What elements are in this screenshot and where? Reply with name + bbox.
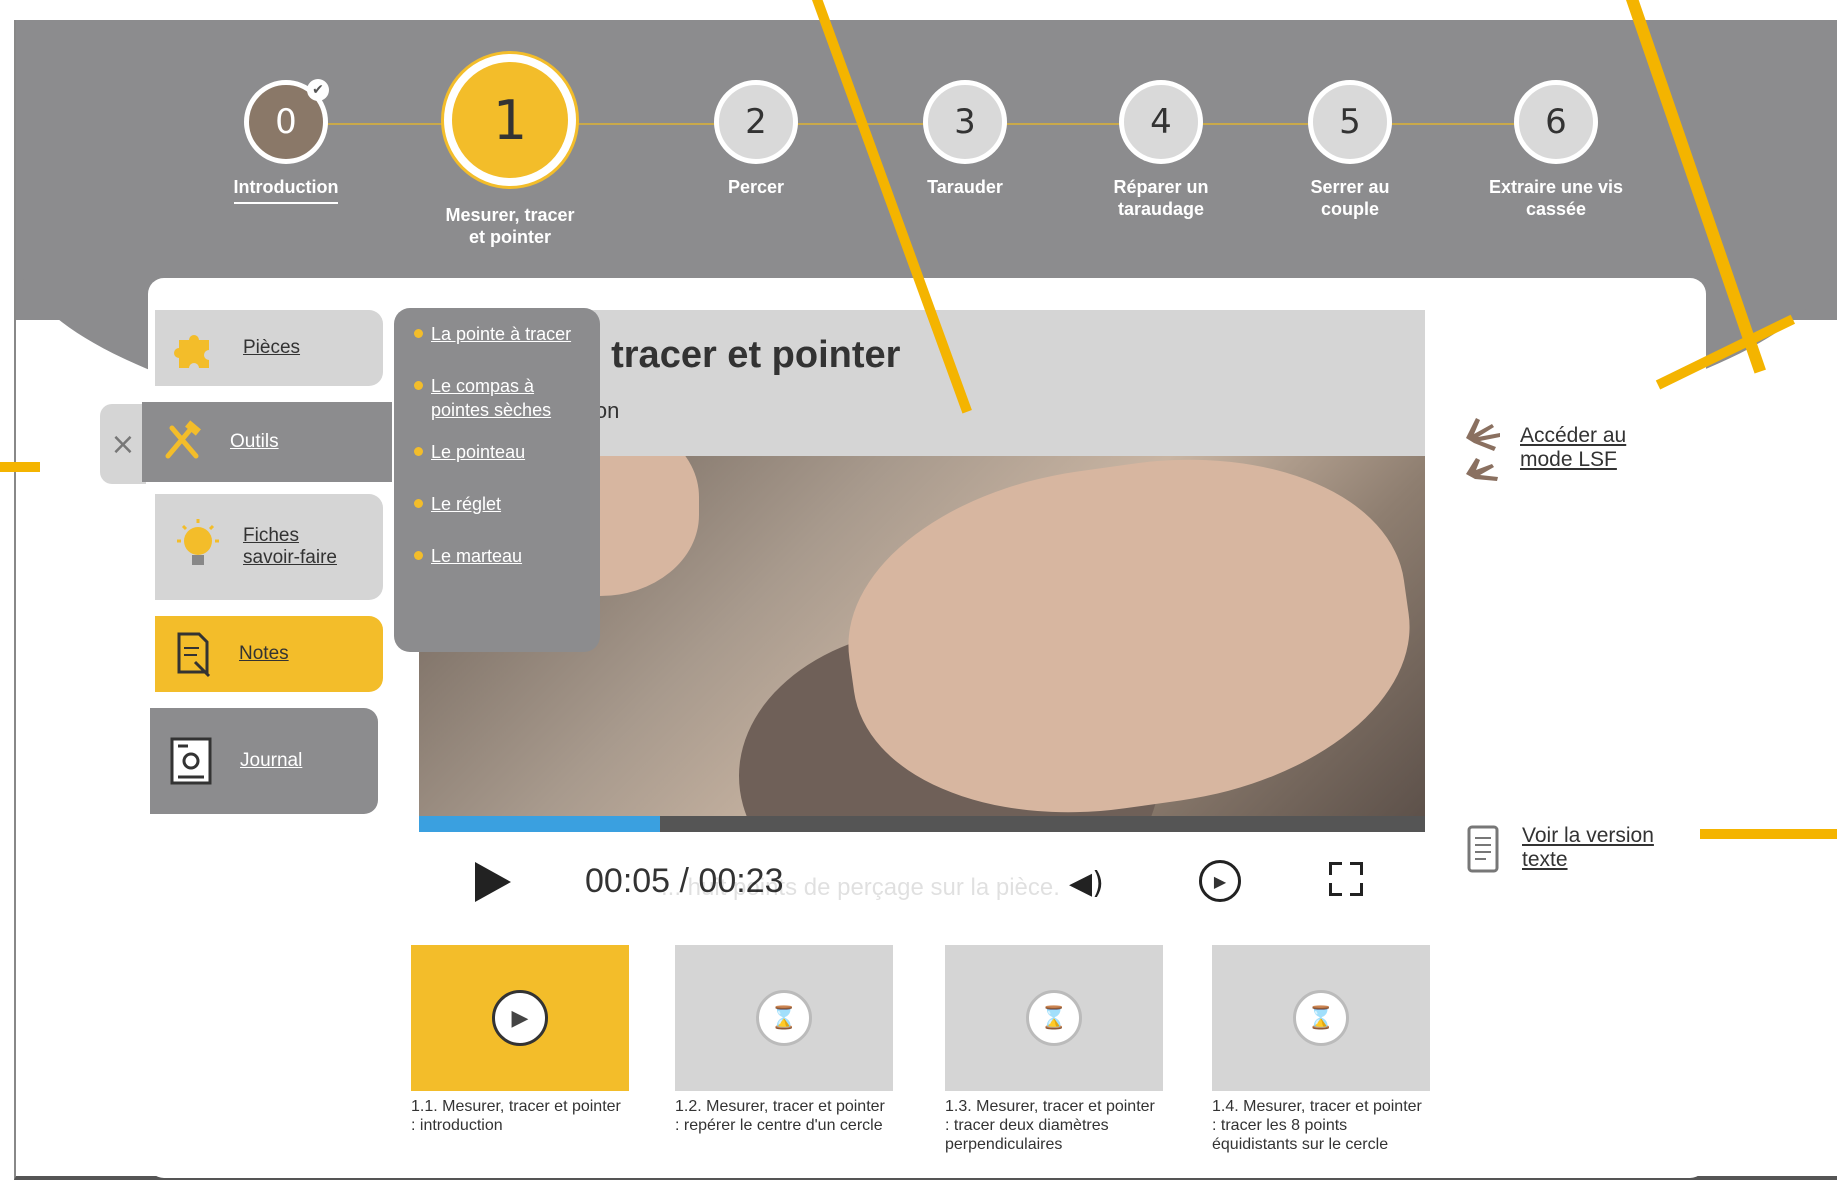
tools-submenu: La pointe à tracer Le compas à pointes s…	[394, 308, 600, 652]
close-icon: ×	[110, 426, 136, 462]
step-3-number: 3	[954, 102, 976, 142]
step-2-number: 2	[745, 102, 767, 142]
thumbnail-2[interactable]: ⌛ 1.2. Mesurer, tracer et pointer : repé…	[675, 945, 893, 1135]
play-icon: ▶	[492, 990, 548, 1046]
step-2[interactable]: 2 Percer	[656, 80, 856, 198]
step-1[interactable]: 1 Mesurer, tracer et pointer	[410, 54, 610, 248]
step-6-label: Extraire une vis cassée	[1488, 177, 1624, 219]
speed-icon[interactable]: ▶	[1199, 860, 1241, 902]
text-version-label: Voir la version texte	[1522, 824, 1654, 871]
lsf-mode-link[interactable]: Accéder au mode LSF	[1456, 404, 1650, 484]
step-4-number: 4	[1150, 102, 1172, 142]
bullet-icon	[414, 329, 423, 338]
step-6[interactable]: 6 Extraire une vis cassée	[1456, 80, 1656, 220]
fullscreen-icon[interactable]	[1329, 862, 1363, 896]
submenu-item[interactable]: La pointe à tracer	[414, 322, 600, 346]
check-icon: ✔	[307, 79, 329, 101]
annotation-line-menu	[0, 462, 40, 472]
thumbnail-4[interactable]: ⌛ 1.4. Mesurer, tracer et pointer : trac…	[1212, 945, 1430, 1154]
step-5[interactable]: 5 Serrer au couple	[1250, 80, 1450, 220]
journal-icon	[170, 737, 212, 785]
thumbnail-label: 1.2. Mesurer, tracer et pointer : repére…	[675, 1098, 885, 1134]
step-2-circle: 2	[714, 80, 798, 164]
submenu-item[interactable]: Le pointeau	[414, 440, 600, 464]
document-icon	[1467, 825, 1499, 873]
step-5-label: Serrer au couple	[1310, 177, 1390, 219]
step-3[interactable]: 3 Tarauder	[865, 80, 1065, 198]
video-progress-fill	[419, 816, 661, 832]
thumbnail-label: 1.3. Mesurer, tracer et pointer : tracer…	[945, 1098, 1155, 1153]
text-version-link[interactable]: Voir la version texte	[1466, 824, 1682, 874]
step-0[interactable]: 0 ✔ Introduction	[186, 79, 386, 204]
step-1-circle: 1	[444, 54, 576, 186]
video-controls: 00:05 / 00:23 ... huit points de perçage…	[419, 832, 1425, 932]
close-menu-button[interactable]: ×	[100, 404, 146, 484]
thumbnail-label: 1.1. Mesurer, tracer et pointer : introd…	[411, 1098, 621, 1134]
menu-item-journal[interactable]: Journal	[150, 708, 378, 814]
video-progress-bar[interactable]	[419, 816, 1425, 832]
bullet-icon	[414, 551, 423, 560]
volume-icon[interactable]: ◀)	[1069, 866, 1104, 901]
step-2-label: Percer	[727, 177, 785, 197]
submenu-item-label: Le pointeau	[431, 442, 526, 462]
menu-item-label: Outils	[230, 431, 279, 452]
sign-language-icon	[1466, 418, 1500, 481]
step-5-circle: 5	[1308, 80, 1392, 164]
menu-item-pieces[interactable]: Pièces	[155, 310, 383, 386]
thumbnail-3[interactable]: ⌛ 1.3. Mesurer, tracer et pointer : trac…	[945, 945, 1163, 1154]
step-6-circle: 6	[1514, 80, 1598, 164]
step-4[interactable]: 4 Réparer un taraudage	[1061, 80, 1261, 220]
thumbnail-1[interactable]: ▶ 1.1. Mesurer, tracer et pointer : intr…	[411, 945, 629, 1135]
annotation-line-text	[1700, 829, 1837, 839]
tools-icon	[165, 420, 201, 459]
step-1-label: Mesurer, tracer et pointer	[445, 205, 575, 247]
submenu-item-label: Le marteau	[431, 546, 523, 566]
hourglass-icon: ⌛	[1293, 990, 1349, 1046]
thumbnail-image: ⌛	[1212, 945, 1430, 1091]
menu-item-tools[interactable]: Outils	[142, 402, 392, 482]
step-0-circle: 0 ✔	[244, 79, 329, 164]
submenu-item-label: Le réglet	[431, 494, 502, 514]
menu-item-label: Journal	[240, 750, 303, 771]
video-hand	[828, 456, 1425, 816]
step-4-circle: 4	[1119, 80, 1203, 164]
bullet-icon	[414, 499, 423, 508]
menu-item-label: Notes	[239, 643, 289, 664]
submenu-item[interactable]: Le compas à pointes sèches	[414, 374, 584, 422]
hourglass-icon: ⌛	[756, 990, 812, 1046]
submenu-item[interactable]: Le marteau	[414, 544, 600, 568]
step-4-label: Réparer un taraudage	[1113, 177, 1209, 219]
notes-icon	[177, 632, 211, 678]
thumbnail-image: ▶	[411, 945, 629, 1091]
menu-item-fiches[interactable]: Fiches savoir-faire	[155, 494, 383, 600]
video-title: , tracer et pointer	[590, 334, 901, 376]
lightbulb-icon	[177, 519, 219, 565]
step-0-number: 0	[275, 102, 297, 142]
lsf-mode-label: Accéder au mode LSF	[1520, 424, 1627, 471]
submenu-item-label: Le compas à pointes sèches	[431, 376, 552, 420]
step-3-circle: 3	[923, 80, 1007, 164]
puzzle-icon	[174, 335, 209, 368]
menu-item-label: Pièces	[243, 337, 301, 358]
play-icon[interactable]	[475, 862, 511, 902]
step-6-number: 6	[1545, 102, 1567, 142]
video-caption: ... huit points de perçage sur la pièce.	[661, 874, 1060, 901]
step-3-label: Tarauder	[927, 177, 1003, 197]
thumbnail-label: 1.4. Mesurer, tracer et pointer : tracer…	[1212, 1098, 1422, 1153]
menu-item-notes[interactable]: Notes	[155, 616, 383, 692]
step-5-number: 5	[1339, 102, 1361, 142]
submenu-item-label: La pointe à tracer	[431, 324, 572, 344]
menu-item-label: Fiches savoir-faire	[243, 525, 337, 568]
bullet-icon	[414, 381, 423, 390]
thumbnail-image: ⌛	[945, 945, 1163, 1091]
step-0-label: Introduction	[233, 176, 339, 204]
step-1-number: 1	[492, 88, 528, 152]
bullet-icon	[414, 447, 423, 456]
hourglass-icon: ⌛	[1026, 990, 1082, 1046]
thumbnail-image: ⌛	[675, 945, 893, 1091]
submenu-item[interactable]: Le réglet	[414, 492, 600, 516]
